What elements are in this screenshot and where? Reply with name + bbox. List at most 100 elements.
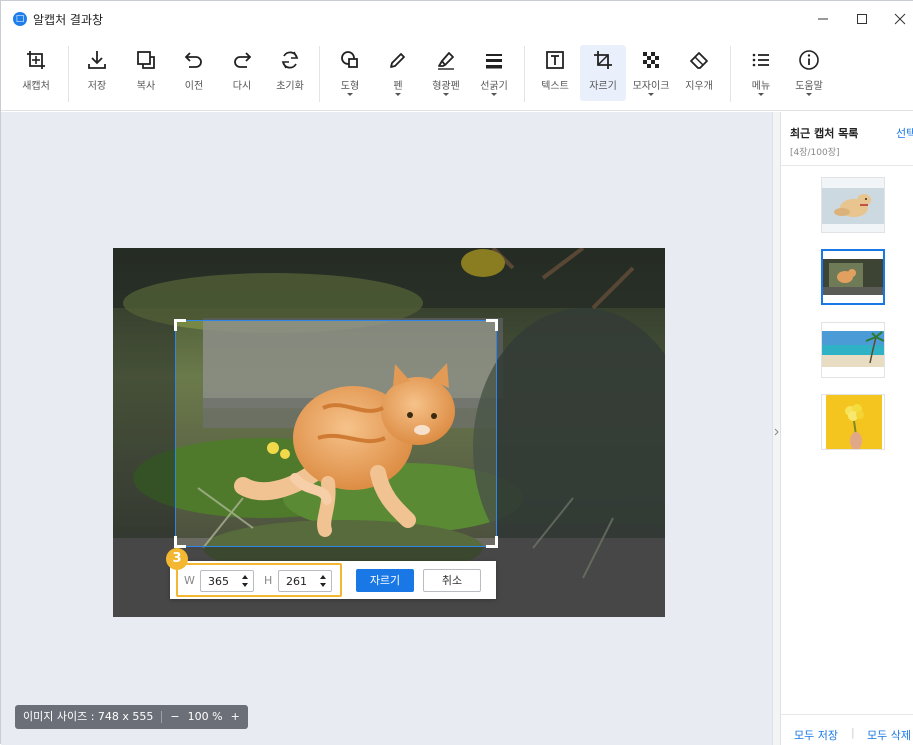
- status-divider: [161, 711, 163, 723]
- zoom-in-button[interactable]: +: [231, 705, 240, 729]
- dog-thumbnail-image: [822, 178, 884, 232]
- toolbar-divider: [524, 46, 525, 102]
- highlighter-tool-button[interactable]: 형광펜: [423, 45, 469, 101]
- spinner-arrows-icon[interactable]: [241, 574, 249, 588]
- highlighter-icon: [438, 52, 454, 70]
- capture-thumbnail-dog[interactable]: [821, 177, 885, 233]
- width-stepper[interactable]: 365: [200, 570, 254, 592]
- crop-handle-top-right[interactable]: [486, 319, 498, 331]
- chevron-down-icon[interactable]: [395, 93, 401, 96]
- menu-button[interactable]: 메뉴: [738, 45, 784, 101]
- pen-tool-button[interactable]: 펜: [375, 45, 421, 101]
- chevron-down-icon[interactable]: [758, 93, 764, 96]
- spinner-arrows-icon[interactable]: [319, 574, 327, 588]
- capture-thumbnail-cat[interactable]: [821, 249, 885, 305]
- capture-thumbnail-beach[interactable]: [821, 322, 885, 378]
- line-width-label: 선굵기: [480, 81, 508, 92]
- shape-icon: [341, 51, 358, 68]
- line-width-button[interactable]: 선굵기: [471, 45, 517, 101]
- panel-splitter[interactable]: [772, 112, 780, 745]
- panel-footer: 모두 저장 | 모두 삭제: [781, 714, 913, 745]
- pen-label: 펜: [393, 81, 403, 92]
- menu-label: 메뉴: [751, 81, 771, 92]
- redo-icon: [234, 52, 252, 68]
- undo-label: 이전: [184, 81, 204, 92]
- new-capture-label: 새캡처: [22, 81, 50, 92]
- apply-crop-button[interactable]: 자르기: [356, 569, 414, 592]
- close-icon: [894, 13, 906, 25]
- text-icon: [546, 51, 564, 69]
- undo-button[interactable]: 이전: [171, 45, 217, 101]
- copy-label: 복사: [136, 81, 156, 92]
- beach-thumbnail-image: [822, 323, 884, 377]
- crop-icon: [594, 51, 612, 69]
- crop-handle-bottom-right[interactable]: [486, 536, 498, 548]
- crop-handle-bottom-left[interactable]: [174, 536, 186, 548]
- undo-icon: [184, 52, 202, 68]
- copy-icon: [137, 51, 155, 69]
- footer-divider: |: [851, 726, 855, 739]
- maximize-button[interactable]: [848, 7, 876, 31]
- copy-button[interactable]: 복사: [123, 45, 169, 101]
- help-label: 도움말: [795, 81, 823, 92]
- toolbar-divider: [319, 46, 320, 102]
- delete-all-button[interactable]: 모두 삭제: [867, 727, 911, 743]
- eraser-icon: [690, 52, 708, 69]
- minimize-icon: [818, 18, 828, 20]
- shape-label: 도형: [340, 81, 360, 92]
- eraser-tool-button[interactable]: 지우개: [676, 45, 722, 101]
- chevron-down-icon[interactable]: [443, 93, 449, 96]
- toolbar-divider: [730, 46, 731, 102]
- panel-divider: [781, 165, 913, 166]
- redo-button[interactable]: 다시: [219, 45, 265, 101]
- cancel-crop-button[interactable]: 취소: [423, 569, 481, 592]
- capture-result-window: □ 알캡처 결과창 새캡처 저장 복사 이전 다시 초기화 도형 펜 형광펜 선…: [0, 0, 913, 745]
- image-size-text: 이미지 사이즈 : 748 x 555: [23, 710, 154, 723]
- width-value[interactable]: 365: [208, 575, 229, 588]
- step-badge: 3: [166, 548, 188, 570]
- height-stepper[interactable]: 261: [278, 570, 332, 592]
- height-label: H: [264, 574, 273, 587]
- save-button[interactable]: 저장: [74, 45, 120, 101]
- crop-size-panel: W 365 H 261 자르기 취소: [170, 561, 496, 599]
- new-capture-icon: [27, 51, 45, 69]
- pen-icon: [390, 53, 405, 68]
- height-value[interactable]: 261: [286, 575, 307, 588]
- minimize-button[interactable]: [809, 7, 837, 31]
- mosaic-tool-button[interactable]: 모자이크: [628, 45, 674, 101]
- reset-button[interactable]: 초기화: [267, 45, 313, 101]
- new-capture-button[interactable]: 새캡처: [13, 45, 59, 101]
- crop-handle-top-left[interactable]: [174, 319, 186, 331]
- download-icon: [88, 51, 106, 69]
- mosaic-icon: [643, 52, 659, 68]
- text-label: 텍스트: [541, 81, 569, 92]
- crop-label: 자르기: [589, 81, 617, 92]
- redo-label: 다시: [232, 81, 252, 92]
- chevron-down-icon[interactable]: [491, 93, 497, 96]
- list-menu-icon: [752, 53, 769, 67]
- chevron-down-icon[interactable]: [806, 93, 812, 96]
- text-tool-button[interactable]: 텍스트: [532, 45, 578, 101]
- crop-selection-box[interactable]: [174, 319, 498, 548]
- width-label: W: [184, 574, 195, 587]
- help-button[interactable]: 도움말: [786, 45, 832, 101]
- select-link[interactable]: 선택: [896, 125, 913, 141]
- recent-captures-title: 최근 캡처 목록: [790, 127, 859, 140]
- chevron-down-icon[interactable]: [347, 93, 353, 96]
- maximize-icon: [857, 14, 867, 24]
- toolbar-divider: [68, 46, 69, 102]
- shape-tool-button[interactable]: 도형: [327, 45, 373, 101]
- mosaic-label: 모자이크: [632, 81, 670, 92]
- info-icon: [799, 50, 819, 70]
- line-width-icon: [486, 54, 502, 69]
- close-button[interactable]: [886, 7, 913, 31]
- capture-thumbnail-flowers[interactable]: [821, 394, 885, 450]
- image-canvas[interactable]: W 365 H 261 자르기 취소 3 이미지 사이즈: 748 x 555…: [1, 112, 772, 745]
- save-all-button[interactable]: 모두 저장: [794, 727, 838, 743]
- chevron-down-icon[interactable]: [648, 93, 654, 96]
- zoom-out-button[interactable]: −: [170, 705, 179, 729]
- app-logo-icon: □: [13, 12, 27, 26]
- save-label: 저장: [87, 81, 107, 92]
- title-bar: □ 알캡처 결과창: [1, 1, 913, 37]
- crop-tool-button[interactable]: 자르기: [580, 45, 626, 101]
